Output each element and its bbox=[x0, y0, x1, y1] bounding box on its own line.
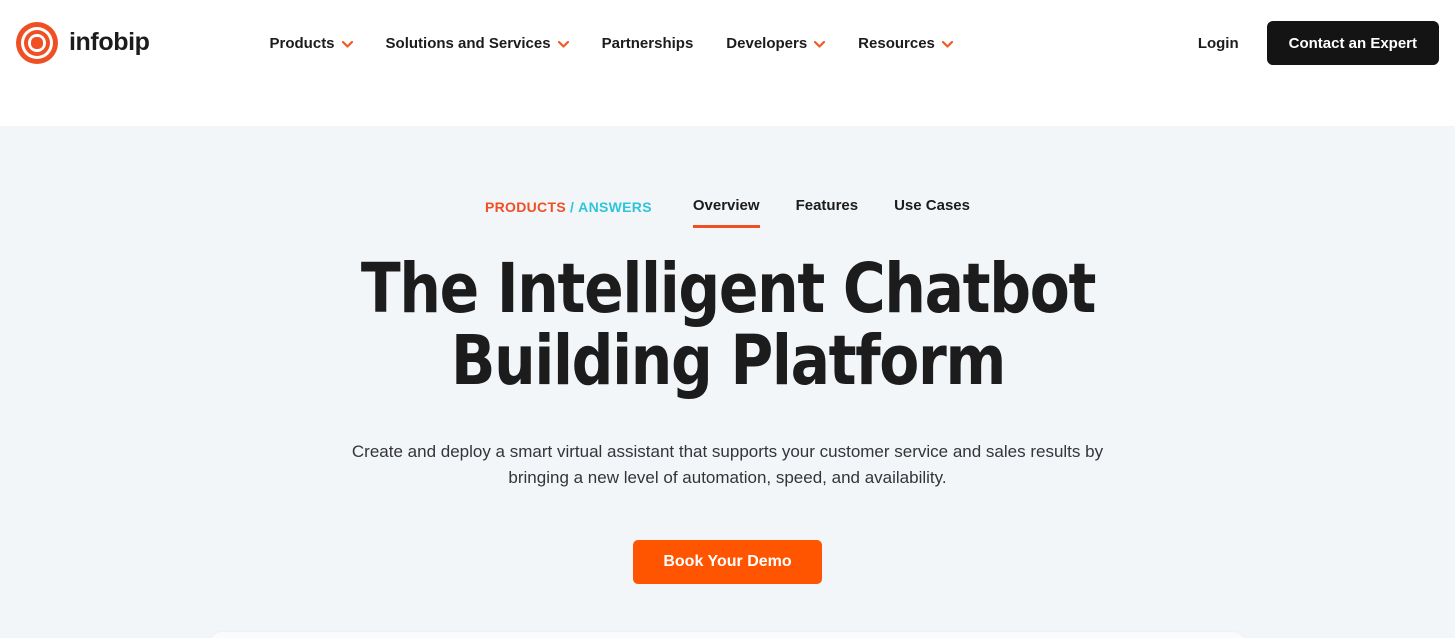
breadcrumb: PRODUCTS / ANSWERS bbox=[485, 196, 652, 217]
nav-item-label: Solutions and Services bbox=[385, 34, 551, 52]
nav-item-label: Developers bbox=[726, 34, 808, 52]
chevron-down-icon bbox=[341, 40, 353, 48]
chevron-down-icon bbox=[941, 40, 953, 48]
brand-logo[interactable]: infobip bbox=[16, 21, 150, 65]
site-header: infobip Products Solutions and Services … bbox=[0, 0, 1455, 126]
tab-overview[interactable]: Overview bbox=[692, 196, 760, 228]
product-tabs: Overview Features Use Cases bbox=[692, 196, 970, 228]
product-subnav: PRODUCTS / ANSWERS Overview Features Use C… bbox=[0, 126, 1455, 228]
nav-item-developers[interactable]: Developers bbox=[726, 34, 826, 52]
contact-an-expert-button[interactable]: Contact an Expert bbox=[1266, 21, 1439, 65]
nav-item-products[interactable]: Products bbox=[270, 35, 353, 52]
content-panel-peek bbox=[210, 632, 1245, 638]
tab-use-cases[interactable]: Use Cases bbox=[894, 196, 970, 228]
header-actions: Login Contact an Expert bbox=[1198, 21, 1439, 65]
breadcrumb-current: ANSWERS bbox=[578, 199, 652, 215]
breadcrumb-separator: / bbox=[569, 199, 575, 215]
breadcrumb-parent[interactable]: PRODUCTS bbox=[485, 199, 566, 215]
brand-name: infobip bbox=[69, 27, 150, 56]
infobip-target-logo-icon bbox=[16, 22, 58, 64]
nav-item-partnerships[interactable]: Partnerships bbox=[602, 35, 694, 52]
chevron-down-icon bbox=[814, 40, 826, 48]
nav-item-label: Partnerships bbox=[601, 34, 694, 52]
hero-section: PRODUCTS / ANSWERS Overview Features Use C… bbox=[0, 126, 1455, 638]
page-title: The Intelligent Chatbot Building Platfor… bbox=[360, 249, 1096, 401]
tab-features[interactable]: Features bbox=[796, 196, 859, 228]
nav-item-label: Resources bbox=[858, 34, 935, 52]
nav-item-resources[interactable]: Resources bbox=[858, 35, 953, 52]
chevron-down-icon bbox=[557, 40, 569, 48]
book-your-demo-button[interactable]: Book Your Demo bbox=[633, 539, 822, 584]
hero-subtitle: Create and deploy a smart virtual assist… bbox=[351, 441, 1104, 487]
main-navigation: Products Solutions and Services Partners… bbox=[270, 21, 953, 65]
nav-item-label: Products bbox=[269, 34, 335, 52]
nav-item-solutions-and-services[interactable]: Solutions and Services bbox=[386, 35, 569, 52]
login-link[interactable]: Login bbox=[1198, 35, 1239, 52]
